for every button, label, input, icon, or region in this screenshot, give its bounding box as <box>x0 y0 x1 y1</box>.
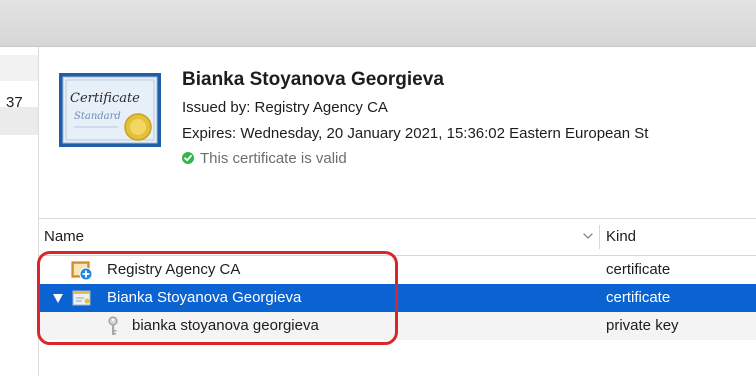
key-icon <box>108 316 118 335</box>
row-kind: certificate <box>606 289 671 306</box>
certificate-authority-icon <box>71 261 93 280</box>
sidebar-count: 37 <box>6 94 23 111</box>
checkmark-icon <box>182 152 194 164</box>
table-header: Name Kind <box>39 218 756 256</box>
certificate-status: This certificate is valid <box>182 150 347 167</box>
certificate-image-icon: Certificate Standard <box>59 73 161 147</box>
row-label: Registry Agency CA <box>107 261 241 278</box>
column-divider[interactable] <box>599 225 600 249</box>
table-row-selected[interactable]: Bianka Stoyanova Georgieva certificate <box>39 284 756 312</box>
certificate-image-subtitle: Standard <box>74 111 121 122</box>
certificate-image-title: Certificate <box>70 91 140 106</box>
row-label: bianka stoyanova georgieva <box>132 317 319 334</box>
certificate-name: Bianka Stoyanova Georgieva <box>182 69 444 90</box>
disclosure-triangle-icon[interactable] <box>52 293 64 304</box>
row-kind: private key <box>606 317 679 334</box>
column-header-kind[interactable]: Kind <box>606 228 636 245</box>
table-row[interactable]: bianka stoyanova georgieva private key <box>39 312 756 340</box>
certificate-issuer: Issued by: Registry Agency CA <box>182 99 388 116</box>
certificate-expiry: Expires: Wednesday, 20 January 2021, 15:… <box>182 125 649 142</box>
chevron-down-icon[interactable] <box>582 230 594 242</box>
column-header-name[interactable]: Name <box>44 228 84 245</box>
sidebar-row[interactable] <box>0 107 38 135</box>
row-label: Bianka Stoyanova Georgieva <box>107 289 302 306</box>
certificate-icon <box>72 290 91 306</box>
table-row[interactable]: Registry Agency CA certificate <box>39 256 756 284</box>
window-toolbar <box>0 0 756 47</box>
certificate-status-text: This certificate is valid <box>200 150 347 167</box>
left-sidebar: 37 <box>0 47 39 376</box>
sidebar-row[interactable] <box>0 55 38 81</box>
row-kind: certificate <box>606 261 671 278</box>
